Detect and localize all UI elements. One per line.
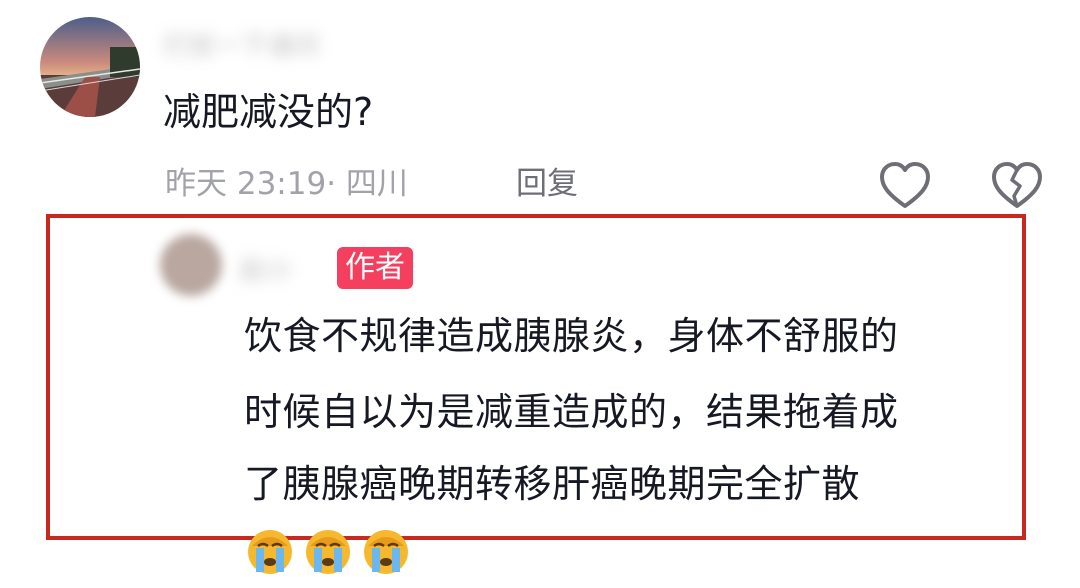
reply-text-line: 时候自以为是减重造成的，结果拖着成	[244, 390, 899, 434]
comment-text: 减肥减没的?	[163, 90, 374, 134]
avatar-image	[40, 17, 140, 117]
comment-thread: 打扰一下请问 减肥减没的? 昨天 23:19· 四川 回复 赵小 作者 饮食不规…	[0, 0, 1080, 588]
crying-face-icon	[306, 530, 350, 574]
emoji-row	[244, 524, 412, 580]
commenter-username[interactable]: 打扰一下请问	[163, 26, 319, 63]
reply-button[interactable]: 回复	[516, 162, 578, 206]
reply-text-line: 了胰腺癌晚期转移肝癌晚期完全扩散	[244, 462, 861, 506]
author-badge: 作者	[337, 247, 413, 289]
like-button[interactable]	[878, 160, 932, 212]
reply-text-line: 饮食不规律造成胰腺炎，身体不舒服的	[244, 314, 899, 358]
reply-username[interactable]: 赵小	[240, 250, 292, 287]
broken-heart-icon	[992, 162, 1042, 208]
heart-icon	[880, 162, 930, 208]
comment-meta: 昨天 23:19· 四川	[165, 166, 408, 202]
reply-avatar[interactable]	[160, 234, 222, 296]
avatar[interactable]	[40, 17, 140, 117]
dislike-button[interactable]	[990, 160, 1044, 212]
crying-face-icon	[248, 530, 292, 574]
crying-face-icon	[364, 530, 408, 574]
